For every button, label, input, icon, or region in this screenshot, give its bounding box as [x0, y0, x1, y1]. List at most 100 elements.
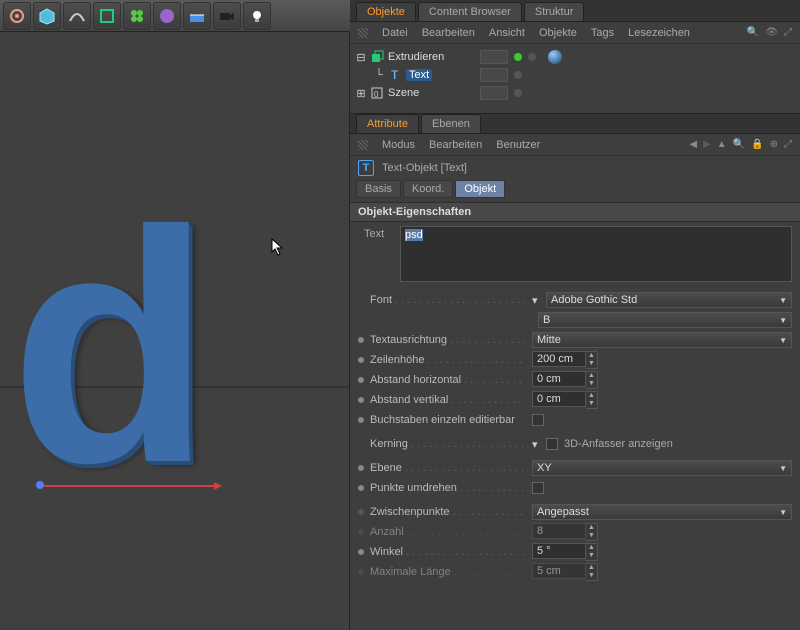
font-select[interactable]: Adobe Gothic Std▼ — [546, 292, 792, 308]
eye-icon[interactable]: 👁 — [765, 27, 778, 38]
prop-plane: Ebene XY▼ — [350, 458, 800, 478]
font-weight-select[interactable]: B▼ — [538, 312, 792, 328]
camera-icon[interactable] — [213, 2, 241, 30]
subtab-coord[interactable]: Koord. — [403, 180, 453, 198]
hspace-input[interactable] — [532, 371, 586, 387]
tree-expander-icon[interactable]: ⊞ — [356, 87, 366, 100]
intermediate-select[interactable]: Angepasst▼ — [532, 504, 792, 520]
bullet-icon — [358, 417, 364, 423]
reverse-checkbox[interactable] — [532, 482, 544, 494]
cloner-icon[interactable] — [123, 2, 151, 30]
prop-text: Text psd — [350, 222, 800, 290]
maxlen-input — [532, 563, 586, 579]
prop-label: Punkte umdrehen — [370, 482, 526, 494]
tab-objects[interactable]: Objekte — [356, 2, 416, 21]
expand-icon[interactable]: ⤢ — [784, 27, 792, 38]
tree-expander-icon[interactable]: ⊟ — [356, 51, 366, 64]
search-icon[interactable]: 🔍 — [747, 27, 759, 38]
align-select[interactable]: Mitte▼ — [532, 332, 792, 348]
spinner-icon[interactable]: ▲▼ — [586, 371, 598, 389]
bullet-icon — [358, 465, 364, 471]
plane-select[interactable]: XY▼ — [532, 460, 792, 476]
layer-slot[interactable] — [480, 50, 508, 64]
object-tree: ⊟ Extrudieren └ T Text ⊞ 0 Szene — [350, 44, 800, 114]
letters-checkbox[interactable] — [532, 414, 544, 426]
bullet-icon — [358, 485, 364, 491]
tab-content-browser[interactable]: Content Browser — [418, 2, 522, 21]
prop-label: Text — [364, 228, 384, 240]
tree-item-extrude[interactable]: ⊟ Extrudieren — [352, 48, 798, 66]
floor-icon[interactable] — [183, 2, 211, 30]
spinner-icon[interactable]: ▲▼ — [586, 543, 598, 561]
tree-item-label: Text — [406, 69, 432, 81]
visibility-dot[interactable] — [514, 89, 522, 97]
deformer-icon[interactable] — [93, 2, 121, 30]
spinner-icon[interactable]: ▲▼ — [586, 391, 598, 409]
right-panel: Objekte Content Browser Struktur Datei B… — [350, 0, 800, 630]
new-icon[interactable]: ⊕ — [770, 139, 778, 150]
render-dot[interactable] — [528, 53, 536, 61]
grip-icon[interactable] — [358, 140, 368, 150]
menu-objects[interactable]: Objekte — [539, 27, 577, 39]
null-icon: 0 — [370, 86, 384, 100]
grip-icon[interactable] — [358, 28, 368, 38]
visibility-dot[interactable] — [514, 71, 522, 79]
text-input[interactable]: psd — [400, 226, 792, 282]
tab-structure[interactable]: Struktur — [524, 2, 585, 21]
prop-label: Buchstaben einzeln editierbar — [370, 414, 526, 426]
lock-icon[interactable]: 🔒 — [751, 139, 763, 150]
show3d-checkbox[interactable] — [546, 438, 558, 450]
light-icon[interactable] — [243, 2, 271, 30]
search-icon[interactable]: 🔍 — [733, 139, 745, 150]
svg-text:0: 0 — [374, 90, 379, 99]
panel-tabs: Objekte Content Browser Struktur — [350, 0, 800, 22]
vspace-input[interactable] — [532, 391, 586, 407]
menu-file[interactable]: Datei — [382, 27, 408, 39]
menu-bookmarks[interactable]: Lesezeichen — [628, 27, 690, 39]
prop-kerning: Kerning ▾ 3D-Anfasser anzeigen — [350, 434, 800, 454]
bullet-icon — [358, 397, 364, 403]
layer-slot[interactable] — [480, 86, 508, 100]
prop-label: Ebene — [370, 462, 526, 474]
chevron-down-icon[interactable]: ▾ — [532, 438, 540, 451]
chevron-down-icon: ▼ — [779, 508, 787, 517]
bullet-icon — [358, 357, 364, 363]
layer-slot[interactable] — [480, 68, 508, 82]
visibility-dot[interactable] — [514, 53, 522, 61]
sphere-icon[interactable] — [153, 2, 181, 30]
chevron-down-icon[interactable]: ▾ — [532, 294, 540, 307]
expand-icon[interactable]: ⤢ — [784, 139, 792, 150]
subtab-object[interactable]: Objekt — [455, 180, 505, 198]
menu-edit[interactable]: Bearbeiten — [422, 27, 475, 39]
cube-icon[interactable] — [33, 2, 61, 30]
material-tag-icon[interactable] — [548, 50, 562, 64]
spline-icon[interactable] — [63, 2, 91, 30]
subtab-basis[interactable]: Basis — [356, 180, 401, 198]
tree-item-text[interactable]: └ T Text — [352, 66, 798, 84]
lineheight-input[interactable] — [532, 351, 586, 367]
gear-icon[interactable] — [3, 2, 31, 30]
menu-edit[interactable]: Bearbeiten — [429, 139, 482, 151]
viewport[interactable]: d — [0, 32, 350, 630]
prop-hspace: Abstand horizontal ▲▼ — [350, 370, 800, 390]
nav-fwd-icon[interactable]: ▶ — [703, 139, 711, 150]
menu-mode[interactable]: Modus — [382, 139, 415, 151]
menu-tags[interactable]: Tags — [591, 27, 614, 39]
text-object-icon: T — [358, 160, 374, 176]
objects-menu: Datei Bearbeiten Ansicht Objekte Tags Le… — [350, 22, 800, 44]
tree-item-scene[interactable]: ⊞ 0 Szene — [352, 84, 798, 102]
group-title: Objekt-Eigenschaften — [350, 202, 800, 222]
tab-layers[interactable]: Ebenen — [421, 114, 481, 133]
nav-back-icon[interactable]: ◀ — [689, 139, 697, 150]
spinner-icon[interactable]: ▲▼ — [586, 351, 598, 369]
axis-x — [40, 485, 220, 487]
menu-user[interactable]: Benutzer — [496, 139, 540, 151]
prop-align: Textausrichtung Mitte▼ — [350, 330, 800, 350]
tab-attributes[interactable]: Attribute — [356, 114, 419, 133]
menu-view[interactable]: Ansicht — [489, 27, 525, 39]
nav-up-icon[interactable]: ▲ — [717, 139, 727, 150]
svg-text:T: T — [391, 68, 399, 82]
angle-input[interactable] — [532, 543, 586, 559]
prop-label: Maximale Länge — [370, 566, 526, 578]
cursor-icon — [271, 238, 285, 256]
